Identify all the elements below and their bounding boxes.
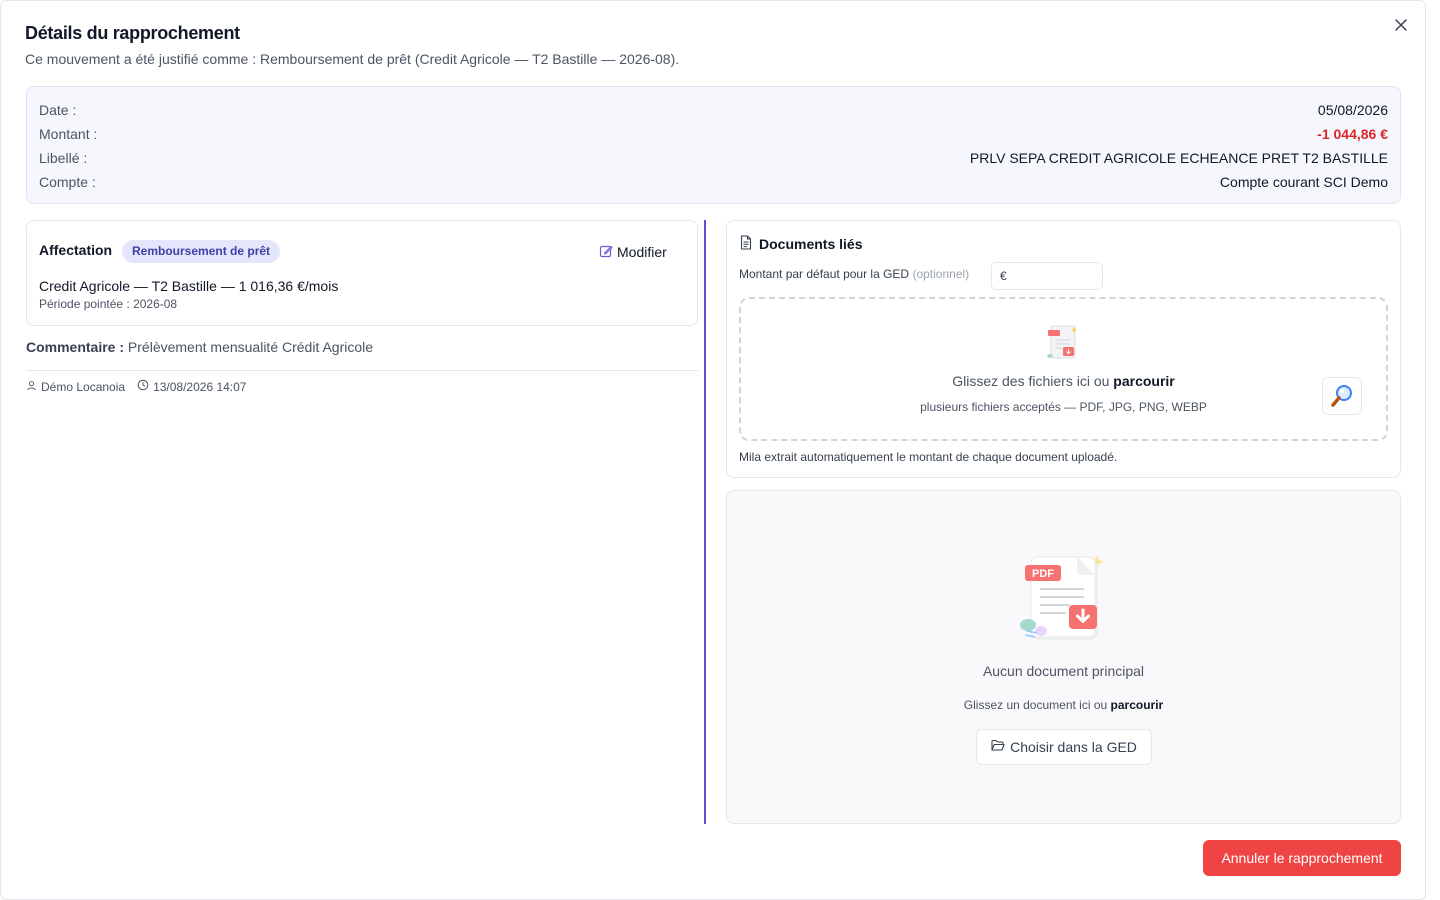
clock-icon (137, 379, 149, 394)
mila-note: Mila extrait automatiquement le montant … (739, 450, 1118, 464)
dropzone-prompt: Glissez des fichiers ici ou (952, 373, 1110, 389)
default-amount-input[interactable] (1010, 269, 1101, 283)
pdf-upload-icon (1043, 323, 1083, 370)
summary-value: Compte courant SCI Demo (1219, 174, 1388, 190)
folder-open-icon (991, 739, 1005, 755)
summary-label: Date : (39, 102, 77, 118)
file-dropzone[interactable]: Glissez des fichiers ici ou parcourir pl… (739, 297, 1388, 441)
affectation-title: Affectation (39, 242, 113, 258)
summary-value: 05/08/2026 (1317, 102, 1388, 118)
choose-ged-button[interactable]: Choisir dans la GED (976, 729, 1152, 765)
audit-meta: Démo Locanoia 13/08/2026 14:07 (26, 379, 246, 394)
optional-hint: (optionnel) (912, 267, 970, 281)
close-icon[interactable] (1391, 15, 1411, 35)
meta-user-name: Démo Locanoia (41, 379, 126, 394)
transaction-summary: Date : 05/08/2026 Montant : -1 044,86 € … (26, 86, 1401, 204)
dialog-subtitle: Ce mouvement a été justifié comme : Remb… (25, 51, 680, 67)
summary-label: Libellé : (39, 150, 88, 166)
summary-row-label: Libellé : PRLV SEPA CREDIT AGRICOLE ECHE… (39, 146, 1388, 170)
document-icon (739, 235, 753, 253)
edit-icon (599, 244, 613, 261)
linked-documents-card: Documents liés Montant par défaut pour l… (726, 220, 1401, 478)
summary-row-account: Compte : Compte courant SCI Demo (39, 170, 1388, 194)
magnifier-icon[interactable] (1322, 377, 1362, 415)
main-drop-hint: Glissez un document ici ou parcourir (727, 698, 1400, 712)
default-amount-text: Montant par défaut pour la GED (739, 267, 910, 281)
comment-text: Prélèvement mensualité Crédit Agricole (127, 339, 374, 355)
accepted-formats: plusieurs fichiers acceptés — PDF, JPG, … (920, 400, 1207, 414)
currency-symbol: € (1000, 269, 1007, 283)
modify-label: Modifier (617, 244, 667, 260)
pdf-badge-text: PDF (1032, 568, 1054, 580)
meta-datetime: 13/08/2026 14:07 (137, 379, 246, 394)
main-document-dropzone[interactable]: PDF Aucun document principal Glissez un … (726, 490, 1401, 824)
divider (26, 370, 698, 371)
choose-ged-label: Choisir dans la GED (1010, 739, 1137, 755)
user-icon (26, 380, 37, 394)
summary-value: PRLV SEPA CREDIT AGRICOLE ECHEANCE PRET … (969, 150, 1388, 166)
comment-label: Commentaire : (26, 339, 125, 355)
meta-datetime-text: 13/08/2026 14:07 (153, 379, 247, 394)
reconciliation-dialog: Détails du rapprochement Ce mouvement a … (0, 0, 1426, 900)
loan-description: Credit Agricole — T2 Bastille — 1 016,36… (39, 278, 339, 294)
summary-row-amount: Montant : -1 044,86 € (39, 122, 1388, 146)
category-badge: Remboursement de prêt (122, 240, 281, 263)
panel-divider (704, 220, 706, 824)
browse-link[interactable]: parcourir (1113, 373, 1174, 389)
summary-label: Compte : (39, 174, 96, 190)
summary-label: Montant : (39, 126, 98, 142)
meta-user: Démo Locanoia (26, 380, 125, 394)
summary-value-amount: -1 044,86 € (1317, 126, 1388, 142)
affectation-card: Affectation Remboursement de prêt Modifi… (26, 220, 698, 326)
modify-button[interactable]: Modifier (599, 241, 667, 263)
period-pointed: Période pointée : 2026-08 (39, 297, 178, 311)
default-amount-field[interactable]: € (991, 262, 1103, 290)
comment: Commentaire : Prélèvement mensualité Cré… (26, 339, 373, 355)
dropzone-text: Glissez des fichiers ici ou parcourir (741, 373, 1386, 389)
default-amount-label: Montant par défaut pour la GED (optionne… (739, 267, 969, 281)
documents-title: Documents liés (739, 235, 862, 253)
cancel-reconciliation-button[interactable]: Annuler le rapprochement (1203, 840, 1401, 876)
dialog-title: Détails du rapprochement (25, 23, 240, 43)
pdf-illustration-icon: PDF (1019, 551, 1109, 648)
main-drop-prompt: Glissez un document ici ou (963, 698, 1108, 712)
documents-title-text: Documents liés (759, 236, 863, 252)
main-browse-link[interactable]: parcourir (1111, 698, 1164, 712)
summary-row-date: Date : 05/08/2026 (39, 98, 1388, 122)
no-main-document: Aucun document principal (982, 663, 1145, 679)
